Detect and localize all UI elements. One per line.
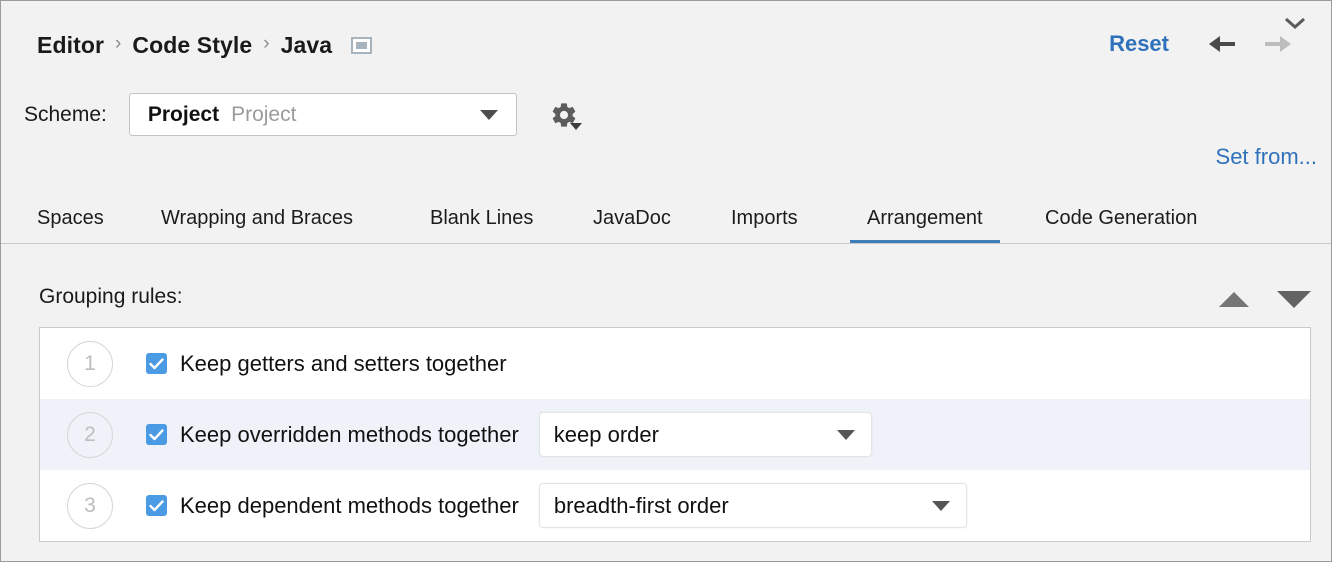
tab-label: Wrapping and Braces	[161, 207, 353, 229]
triangle-down-icon	[1277, 290, 1311, 308]
move-rule-buttons	[1219, 287, 1311, 311]
chevron-right-icon: ›	[263, 33, 270, 54]
grouping-rules-panel: 1 Keep getters and setters together 2 Keep …	[39, 327, 1311, 542]
rule-order-combobox[interactable]: breadth-first order	[538, 483, 967, 528]
tab-label: Blank Lines	[430, 207, 534, 229]
tab-javadoc[interactable]: JavaDoc	[593, 207, 671, 244]
grouping-rules-label: Grouping rules:	[39, 285, 183, 308]
scheme-label: Scheme:	[24, 102, 107, 126]
rule-label: Keep getters and setters together	[180, 350, 507, 376]
rule-order-value: keep order	[553, 421, 659, 447]
reset-button[interactable]: Reset	[1109, 31, 1169, 57]
scheme-combobox[interactable]: Project Project	[128, 93, 517, 136]
rule-row[interactable]: 3 Keep dependent methods together breadth-…	[40, 470, 1310, 541]
tab-label: JavaDoc	[593, 207, 671, 229]
tab-label: Imports	[731, 207, 798, 229]
breadcrumb: Editor › Code Style › Java	[37, 29, 373, 61]
triangle-down-icon	[479, 109, 498, 120]
chevron-right-icon: ›	[115, 33, 122, 54]
move-down-button[interactable]	[1277, 287, 1311, 311]
chevron-down-icon[interactable]	[1281, 9, 1309, 37]
tab-spaces[interactable]: Spaces	[37, 207, 104, 244]
rule-row[interactable]: 2 Keep overridden methods together keep or…	[40, 399, 1310, 470]
tab-code-generation[interactable]: Code Generation	[1045, 207, 1197, 244]
triangle-up-icon	[1219, 291, 1249, 307]
rule-number-badge: 2	[67, 411, 113, 458]
window-icon-inner	[356, 41, 368, 49]
scheme-row: Scheme: Project Project	[24, 93, 583, 136]
scheme-value: Project	[147, 102, 220, 126]
rule-order-value: breadth-first order	[553, 492, 729, 518]
rule-number-badge: 1	[67, 340, 113, 387]
tab-label: Code Generation	[1045, 207, 1198, 229]
set-from-button[interactable]: Set from...	[1216, 144, 1317, 170]
breadcrumb-item-code-style[interactable]: Code Style	[132, 32, 252, 59]
tab-blank-lines[interactable]: Blank Lines	[430, 207, 533, 244]
rule-label: Keep overridden methods together	[180, 421, 519, 447]
rule-row[interactable]: 1 Keep getters and setters together	[40, 328, 1310, 399]
tab-bar-divider	[1, 243, 1331, 244]
tab-wrapping-and-braces[interactable]: Wrapping and Braces	[161, 207, 353, 244]
tab-imports[interactable]: Imports	[731, 207, 798, 244]
checkmark-icon	[149, 428, 164, 440]
breadcrumb-item-editor[interactable]: Editor	[37, 32, 104, 59]
rule-checkbox[interactable]	[146, 495, 167, 516]
rule-checkbox[interactable]	[146, 353, 167, 374]
tab-label: Spaces	[37, 207, 104, 229]
window-icon[interactable]	[351, 36, 373, 54]
scheme-settings-button[interactable]	[545, 96, 583, 134]
triangle-down-icon	[836, 429, 855, 440]
rule-label: Keep dependent methods together	[180, 492, 519, 518]
triangle-down-icon	[931, 500, 950, 511]
rule-order-combobox[interactable]: keep order	[538, 412, 872, 457]
code-style-settings-window: Editor › Code Style › Java Reset Scheme:…	[0, 0, 1332, 562]
rule-number-badge: 3	[67, 482, 113, 529]
rule-checkbox[interactable]	[146, 424, 167, 445]
scheme-value-secondary: Project	[231, 102, 297, 126]
tab-bar: Spaces Wrapping and Braces Blank Lines Java…	[1, 197, 1331, 244]
checkmark-icon	[149, 357, 164, 369]
breadcrumb-item-java[interactable]: Java	[281, 32, 333, 59]
move-up-button[interactable]	[1219, 287, 1249, 311]
tab-arrangement[interactable]: Arrangement	[850, 207, 1000, 244]
checkmark-icon	[149, 499, 164, 511]
arrow-left-icon[interactable]	[1207, 29, 1237, 59]
triangle-down-icon	[569, 122, 582, 130]
tab-label: Arrangement	[867, 207, 983, 229]
